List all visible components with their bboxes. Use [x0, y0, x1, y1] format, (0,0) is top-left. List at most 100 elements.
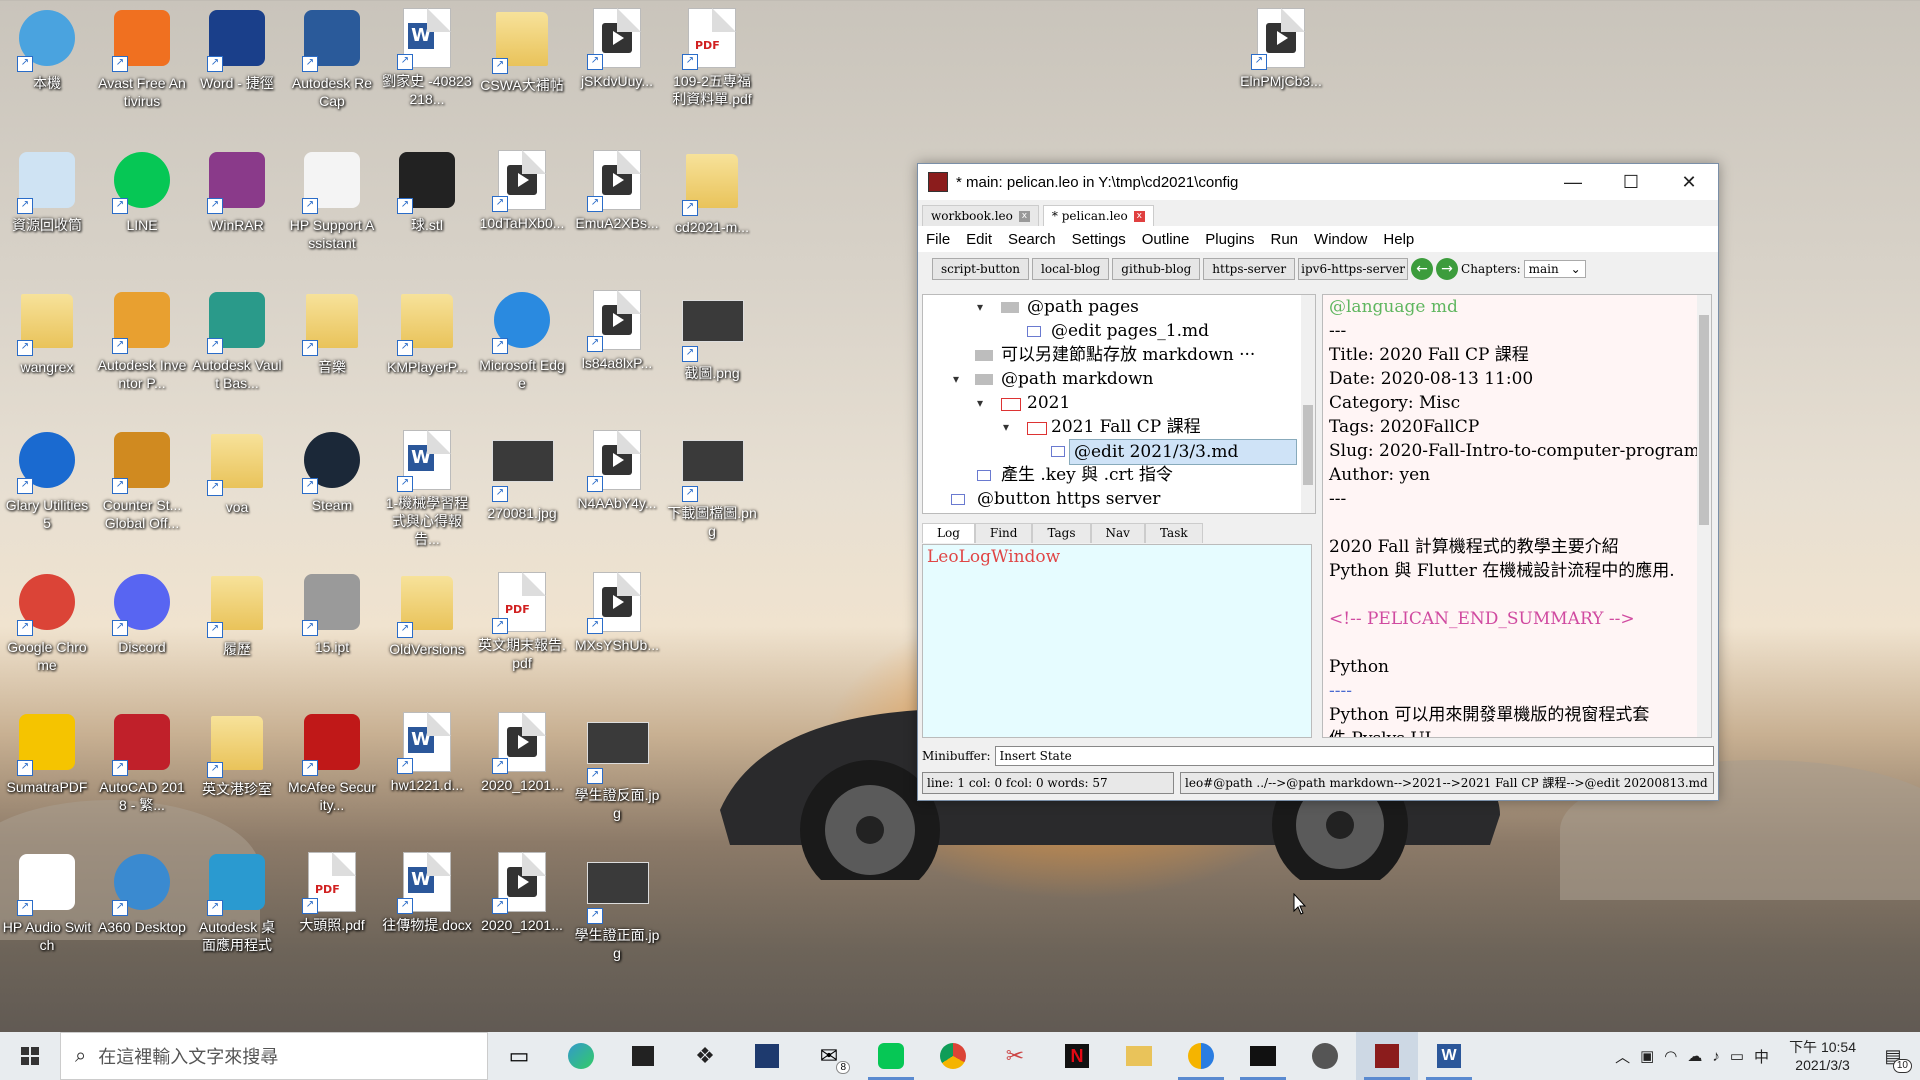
outline-node[interactable]: @button https server — [923, 487, 1315, 511]
leo-editor-window[interactable]: * main: pelican.leo in Y:\tmp\cd2021\con… — [917, 163, 1719, 801]
desktop-icon[interactable]: ↗ 15.ipt — [287, 572, 377, 656]
desktop-icon[interactable]: ↗ N4AAbY4y... — [572, 430, 662, 512]
maximize-button[interactable]: ☐ — [1602, 164, 1660, 200]
outline-node[interactable]: ▾ 2021 Fall CP 課程 — [923, 415, 1315, 439]
desktop-icon[interactable]: ↗ MXsYShUb... — [572, 572, 662, 654]
store-icon[interactable] — [612, 1032, 674, 1080]
desktop-icon[interactable]: ↗ Steam — [287, 430, 377, 514]
tab-find[interactable]: Find — [974, 523, 1033, 543]
desktop-icon[interactable]: ↗ 本機 — [2, 8, 92, 92]
desktop-icon[interactable]: ↗ Autodesk 桌面應用程式 — [192, 852, 282, 954]
cloud-icon[interactable]: ☁ — [1687, 1047, 1702, 1065]
desktop-icon[interactable]: ↗ ElnPMjCb3... — [1236, 8, 1326, 90]
local-blog-button[interactable]: local-blog — [1032, 258, 1110, 280]
desktop-icon[interactable]: ↗ ls84a8lxP... — [572, 290, 662, 372]
desktop-icon[interactable]: ↗ EmuA2XBs... — [572, 150, 662, 232]
desktop-icon[interactable]: W ↗ hw1221.d... — [382, 712, 472, 794]
snip-icon[interactable]: ✂ — [984, 1032, 1046, 1080]
desktop-icon[interactable]: ↗ A360 Desktop — [97, 852, 187, 936]
menu-file[interactable]: File — [918, 231, 958, 248]
notification-center-icon[interactable]: ▤ 10 — [1876, 1039, 1912, 1073]
desktop-icon[interactable]: ↗ Autodesk Vault Bas... — [192, 290, 282, 392]
outline-node[interactable]: ▾ @path markdown — [923, 367, 1315, 391]
desktop-icon[interactable]: ↗ 截圖.png — [667, 290, 757, 382]
meet-now-icon[interactable]: ▣ — [1640, 1047, 1654, 1065]
collapse-arrow-icon[interactable]: ▾ — [953, 367, 959, 391]
outline-node-selected[interactable]: @edit 2021/3/3.md — [923, 439, 1315, 465]
desktop-icon[interactable]: ↗ 學生證正面.jpg — [572, 852, 662, 962]
desktop-icon[interactable]: ↗ Word - 捷徑 — [192, 8, 282, 92]
menu-outline[interactable]: Outline — [1134, 231, 1198, 248]
line-taskbar-icon[interactable] — [860, 1032, 922, 1080]
https-server-button[interactable]: https-server — [1203, 258, 1296, 280]
tab-nav[interactable]: Nav — [1090, 523, 1145, 543]
desktop-icon[interactable]: PDF ↗ 英文期末報告.pdf — [477, 572, 567, 672]
log-pane[interactable]: LeoLogWindow — [922, 544, 1312, 738]
desktop-icon[interactable]: ↗ 球.stl — [382, 150, 472, 234]
chrome-taskbar-icon[interactable] — [922, 1032, 984, 1080]
desktop-icon[interactable]: W ↗ 往傳物提.docx — [382, 852, 472, 934]
tab-pelican[interactable]: * pelican.leo x — [1042, 205, 1154, 226]
taskbar-search[interactable]: ⌕ 在這裡輸入文字來搜尋 — [60, 1032, 488, 1080]
battery-icon[interactable]: ▭ — [1730, 1047, 1744, 1065]
body-scrollbar[interactable] — [1697, 295, 1711, 737]
close-tab-icon[interactable]: x — [1133, 210, 1145, 222]
menu-settings[interactable]: Settings — [1064, 231, 1134, 248]
ime-indicator[interactable]: 中 — [1754, 1046, 1769, 1067]
desktop-icon[interactable]: PDF ↗ 109-2五專福利資料單.pdf — [667, 8, 757, 108]
desktop-icon[interactable]: ↗ Autodesk Inventor P... — [97, 290, 187, 392]
desktop-icon[interactable]: ↗ 音樂 — [287, 290, 377, 376]
clock[interactable]: 下午 10:54 2021/3/3 — [1789, 1038, 1856, 1074]
dropbox-icon[interactable]: ❖ — [674, 1032, 736, 1080]
desktop-icon[interactable]: ↗ cd2021-m... — [667, 150, 757, 236]
desktop-icon[interactable]: ↗ 2020_1201... — [477, 852, 567, 934]
desktop-icon[interactable]: ↗ 10dTaHXb0... — [477, 150, 567, 232]
outline-node[interactable]: 產生 .key 與 .crt 指令 — [923, 463, 1315, 487]
mail-icon[interactable]: ✉ 8 — [798, 1032, 860, 1080]
menu-run[interactable]: Run — [1263, 231, 1307, 248]
desktop-icon[interactable]: ↗ Discord — [97, 572, 187, 656]
back-arrow-icon[interactable]: ← — [1411, 258, 1434, 280]
desktop-icon[interactable]: ↗ SumatraPDF — [2, 712, 92, 796]
menu-help[interactable]: Help — [1375, 231, 1422, 248]
task-view-icon[interactable]: ▭ — [488, 1032, 550, 1080]
ipv6-https-server-button[interactable]: ipv6-https-server — [1298, 258, 1409, 280]
wifi-icon[interactable]: ◠ — [1664, 1047, 1677, 1065]
desktop-icon[interactable]: ↗ 英文港珍室 — [192, 712, 282, 798]
file-explorer-icon[interactable] — [1108, 1032, 1170, 1080]
tab-task[interactable]: Task — [1144, 523, 1203, 543]
desktop-icon[interactable]: W ↗ 1-機械學習程式與心得報告... — [382, 430, 472, 548]
minimize-button[interactable]: — — [1544, 164, 1602, 200]
desktop-icon[interactable]: ↗ 2020_1201... — [477, 712, 567, 794]
collapse-arrow-icon[interactable]: ▾ — [1003, 415, 1009, 439]
netflix-icon[interactable]: N — [1046, 1032, 1108, 1080]
outline-node[interactable]: @edit pages_1.md — [923, 319, 1315, 343]
desktop-icon[interactable]: ↗ Google Chrome — [2, 572, 92, 674]
menu-edit[interactable]: Edit — [958, 231, 1000, 248]
menu-search[interactable]: Search — [1000, 231, 1064, 248]
desktop-icon[interactable]: ↗ wangrex — [2, 290, 92, 376]
desktop-icon[interactable]: ↗ WinRAR — [192, 150, 282, 234]
powershell-icon[interactable] — [736, 1032, 798, 1080]
desktop-icon[interactable]: ↗ HP Audio Switch — [2, 852, 92, 954]
desktop-icon[interactable]: ↗ voa — [192, 430, 282, 516]
start-button[interactable] — [0, 1032, 60, 1080]
desktop-icon[interactable]: ↗ Avast Free Antivirus — [97, 8, 187, 110]
desktop-icon[interactable]: ↗ McAfee Security... — [287, 712, 377, 814]
desktop-icon[interactable]: ↗ Glary Utilities 5 — [2, 430, 92, 532]
github-blog-button[interactable]: github-blog — [1112, 258, 1201, 280]
outline-node[interactable]: ▾ 2021 — [923, 391, 1315, 415]
desktop-icon[interactable]: ↗ Microsoft Edge — [477, 290, 567, 392]
leo-taskbar-icon[interactable] — [1356, 1032, 1418, 1080]
script-button[interactable]: script-button — [932, 258, 1030, 280]
chapters-select[interactable]: main ⌄ — [1523, 260, 1586, 278]
menu-plugins[interactable]: Plugins — [1197, 231, 1262, 248]
edge-taskbar-icon[interactable] — [550, 1032, 612, 1080]
minibuffer-input[interactable]: Insert State — [994, 746, 1714, 766]
desktop-icon[interactable]: ↗ OldVersions — [382, 572, 472, 658]
desktop-icon[interactable]: ↗ 下載圖檔圖.png — [667, 430, 757, 540]
tab-log[interactable]: Log — [922, 523, 975, 543]
desktop-icon[interactable]: ↗ HP Support Assistant — [287, 150, 377, 252]
outline-scrollbar[interactable] — [1301, 295, 1315, 513]
chrome-canary-icon[interactable] — [1170, 1032, 1232, 1080]
